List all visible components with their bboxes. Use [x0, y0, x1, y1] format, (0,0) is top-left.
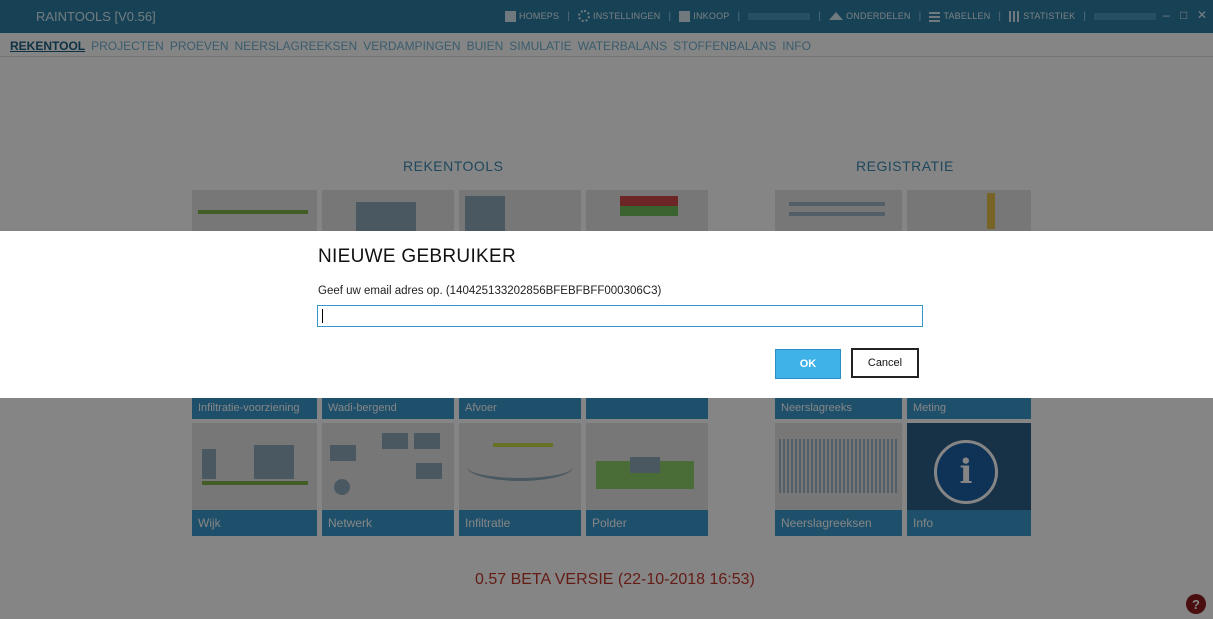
text-caret	[322, 309, 323, 323]
email-input[interactable]	[317, 305, 923, 327]
ok-button[interactable]: OK	[775, 349, 841, 379]
email-prompt: Geef uw email adres op. (140425133202856…	[318, 285, 662, 297]
new-user-dialog: NIEUWE GEBRUIKER Geef uw email adres op.…	[0, 231, 1213, 398]
cancel-button[interactable]: Cancel	[851, 348, 919, 378]
dialog-title: NIEUWE GEBRUIKER	[318, 246, 516, 267]
